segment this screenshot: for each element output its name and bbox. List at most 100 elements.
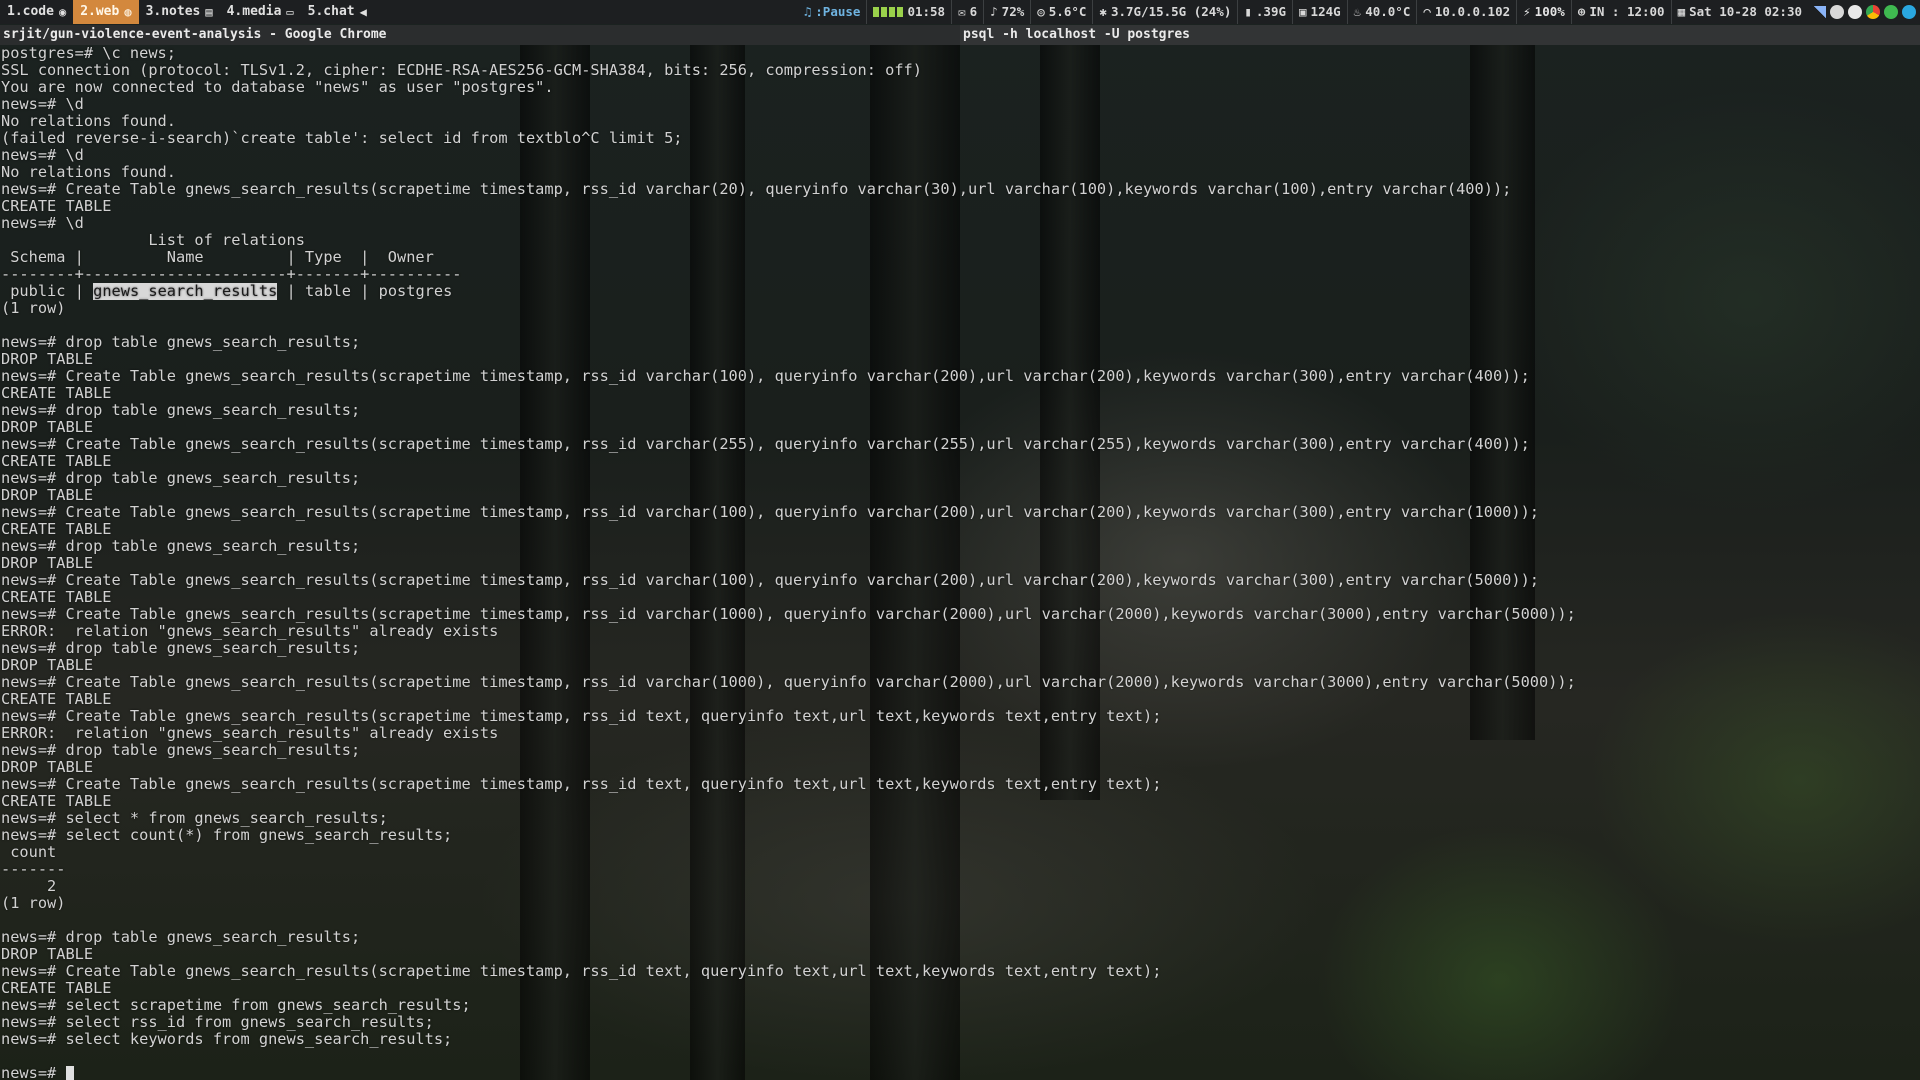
terminal-line: news=# Create Table gnews_search_results… — [1, 181, 1512, 198]
battery-status: ⚡ 100% — [1516, 0, 1571, 24]
terminal-line: No relations found. — [1, 164, 176, 181]
text-cursor — [66, 1066, 75, 1080]
terminal-line: news=# Create Table gnews_search_results… — [1, 504, 1539, 521]
disk-status-1: ▮ .39G — [1237, 0, 1292, 24]
terminal-line: You are now connected to database "news"… — [1, 79, 554, 96]
terminal-line: List of relations — [1, 232, 305, 249]
terminal-line: news=# \d — [1, 96, 84, 113]
temperature-status: ♨ 40.0°C — [1346, 0, 1417, 24]
thermometer-icon: ♨ — [1353, 4, 1362, 19]
disk-icon: ▮ — [1244, 4, 1252, 19]
mail-icon: ✉ — [958, 4, 966, 19]
cpu-bars-icon — [873, 7, 904, 17]
desktop: 1.code ◉ 2.web ◍ 3.notes ▤ 4.media ▭ 5.c… — [0, 0, 1920, 1080]
terminal-line: news=# Create Table gnews_search_results… — [1, 368, 1530, 385]
terminal-line: news=# Create Table gnews_search_results… — [1, 436, 1530, 453]
disk-status-2: ▣ 124G — [1292, 0, 1347, 24]
terminal-line: (failed reverse-i-search)`create table':… — [1, 130, 683, 147]
terminal-line: news=# drop table gnews_search_results; — [1, 742, 361, 759]
telegram-icon: ◀ — [359, 5, 367, 19]
relation-name-selected[interactable]: gnews_search_results — [93, 283, 278, 300]
status-bar: 1.code ◉ 2.web ◍ 3.notes ▤ 4.media ▭ 5.c… — [0, 0, 1920, 24]
terminal-line: news=# drop table gnews_search_results; — [1, 334, 361, 351]
floppy-icon: ▣ — [1299, 4, 1307, 19]
terminal-line: news=# select * from gnews_search_result… — [1, 810, 388, 827]
prompt: news=# — [1, 1065, 66, 1080]
psql-terminal[interactable]: postgres=# \c news; SSL connection (prot… — [0, 45, 1920, 1080]
terminal-line: DROP TABLE — [1, 657, 94, 674]
terminal-line: news=# select count(*) from gnews_search… — [1, 827, 453, 844]
media-status[interactable]: ♫ :Pause — [798, 0, 867, 24]
terminal-line: CREATE TABLE — [1, 453, 112, 470]
workspace-3[interactable]: 3.notes ▤ — [139, 0, 220, 24]
terminal-line: --------+----------------------+-------+… — [1, 266, 462, 283]
workspace-4[interactable]: 4.media ▭ — [220, 0, 301, 24]
terminal-line: news=# drop table gnews_search_results; — [1, 402, 361, 419]
status-modules: ♫ :Pause 01:58 ✉ 6 ♪ 72% ◎ 5.6°C ✱ 3.7G/… — [798, 0, 1920, 24]
volume-status[interactable]: ♪ 72% — [983, 0, 1030, 24]
terminal-line: 2 — [1, 878, 57, 895]
github-icon: ◉ — [58, 5, 67, 19]
terminal-line: news=# Create Table gnews_search_results… — [1, 776, 1162, 793]
timer-status: 01:58 — [866, 0, 951, 24]
terminal-line: Schema | Name | Type | Owner — [1, 249, 434, 266]
terminal-line: DROP TABLE — [1, 351, 94, 368]
dropbox-icon[interactable] — [1830, 5, 1844, 19]
chrome-window-title[interactable]: srjit/gun-violence-event-analysis - Goog… — [0, 25, 961, 45]
terminal-line: DROP TABLE — [1, 555, 94, 572]
terminal-line: DROP TABLE — [1, 946, 94, 963]
terminal-line: news=# drop table gnews_search_results; — [1, 470, 361, 487]
terminal-line: ERROR: relation "gnews_search_results" a… — [1, 623, 499, 640]
chrome-icon[interactable] — [1866, 5, 1880, 19]
timezone-status: ⊕ IN : 12:00 — [1570, 0, 1671, 24]
chip-icon: ✱ — [1099, 4, 1107, 19]
mail-status[interactable]: ✉ 6 — [951, 0, 983, 24]
terminal-line: news=# Create Table gnews_search_results… — [1, 963, 1162, 980]
app-green-icon[interactable] — [1884, 5, 1898, 19]
terminal-line: CREATE TABLE — [1, 793, 112, 810]
signal-icon[interactable] — [1814, 6, 1826, 18]
terminal-line: news=# drop table gnews_search_results; — [1, 640, 361, 657]
terminal-line: CREATE TABLE — [1, 198, 112, 215]
terminal-line: ------- — [1, 861, 66, 878]
music-note-icon: ♪ — [990, 4, 998, 19]
terminal-line: news=# select rss_id from gnews_search_r… — [1, 1014, 434, 1031]
system-tray — [1808, 5, 1920, 19]
terminal-line: news=# \d — [1, 215, 84, 232]
terminal-line: DROP TABLE — [1, 487, 94, 504]
firefox-icon: ◍ — [124, 5, 132, 19]
workspace-5[interactable]: 5.chat ◀ — [301, 0, 374, 24]
terminal-line: CREATE TABLE — [1, 980, 112, 997]
eye-icon: ◎ — [1037, 4, 1045, 19]
calendar-icon: ▦ — [1677, 4, 1686, 19]
terminal-line: DROP TABLE — [1, 759, 94, 776]
terminal-line: news=# \d — [1, 147, 84, 164]
relation-type-owner: | table | postgres — [277, 283, 453, 300]
clock-status[interactable]: ▦ Sat 10-28 02:30 — [1670, 0, 1808, 24]
terminal-window-title[interactable]: psql -h localhost -U postgres — [960, 25, 1920, 45]
user-avatar-icon[interactable] — [1848, 5, 1862, 19]
bolt-icon: ⚡ — [1523, 4, 1531, 19]
terminal-line: SSL connection (protocol: TLSv1.2, ciphe… — [1, 62, 922, 79]
prompt-line[interactable]: news=# — [0, 1065, 1920, 1080]
terminal-line: (1 row) — [1, 895, 66, 912]
workspace-1[interactable]: 1.code ◉ — [0, 0, 73, 24]
memory-status: ✱ 3.7G/15.5G (24%) — [1092, 0, 1237, 24]
terminal-line: news=# select scrapetime from gnews_sear… — [1, 997, 471, 1014]
terminal-line: ERROR: relation "gnews_search_results" a… — [1, 725, 499, 742]
globe-icon: ⊕ — [1577, 4, 1586, 19]
relation-row: public | gnews_search_results | table | … — [1, 283, 453, 300]
skype-icon[interactable] — [1902, 5, 1916, 19]
terminal-line: count — [1, 844, 57, 861]
terminal-line: postgres=# \c news; — [1, 45, 176, 62]
terminal-line: CREATE TABLE — [1, 385, 112, 402]
terminal-line: (1 row) — [1, 300, 66, 317]
terminal-line: news=# Create Table gnews_search_results… — [1, 674, 1576, 691]
terminal-line: news=# select keywords from gnews_search… — [1, 1031, 453, 1048]
workspace-2[interactable]: 2.web ◍ — [73, 0, 139, 24]
terminal-line: No relations found. — [1, 113, 176, 130]
folder-icon: ▭ — [286, 5, 294, 19]
